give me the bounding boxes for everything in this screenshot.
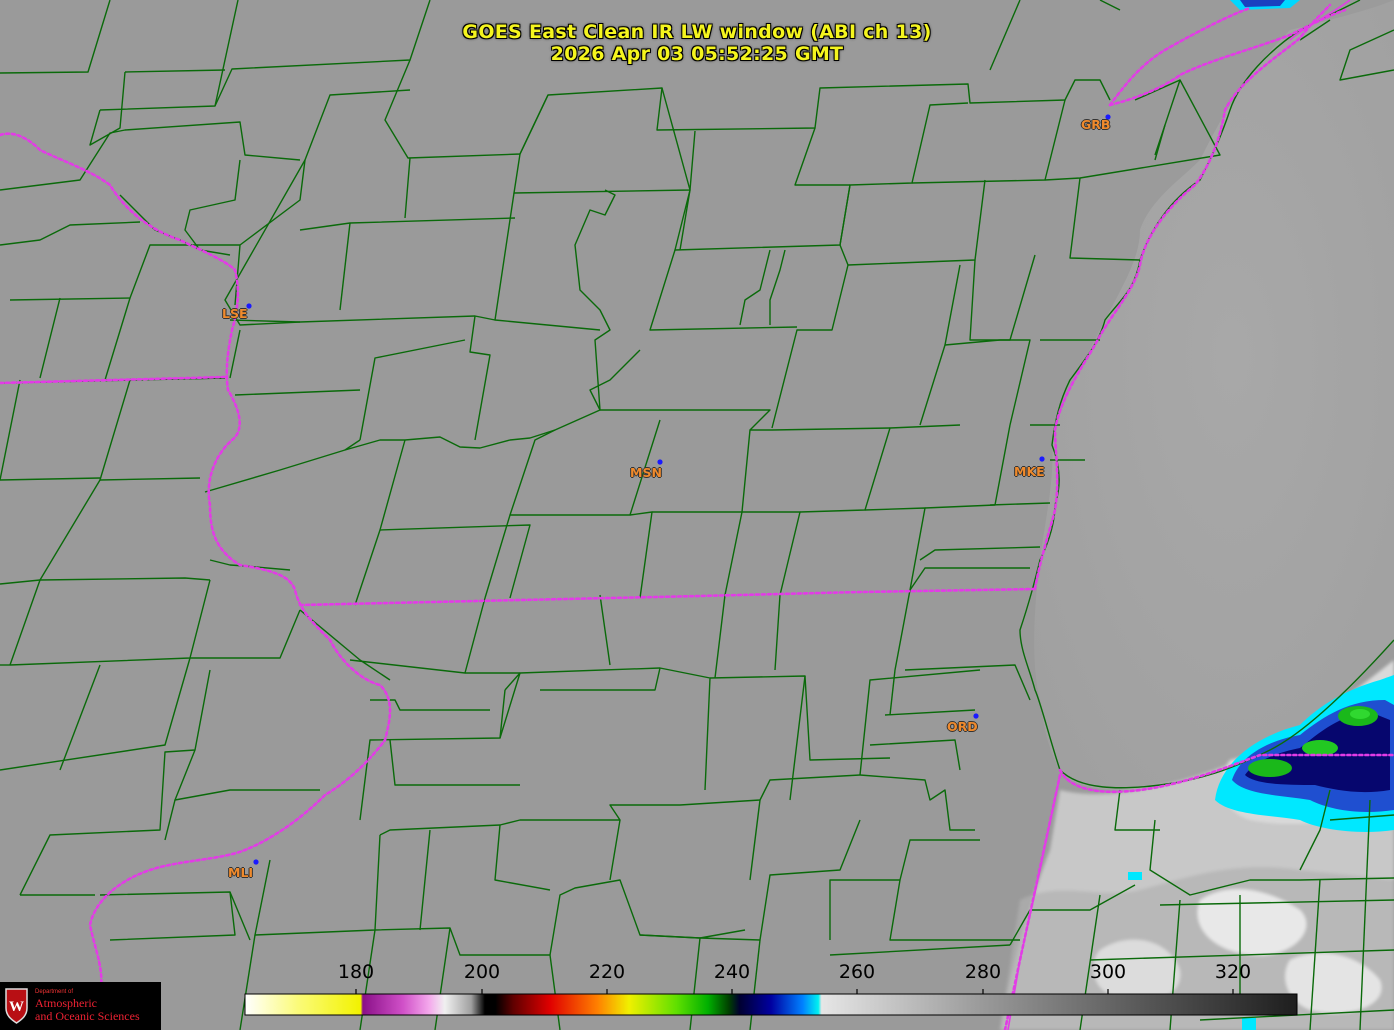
- uw-shield-icon: W: [5, 988, 28, 1024]
- station-label-mke: MKE: [1014, 464, 1045, 479]
- svg-text:W: W: [9, 999, 24, 1015]
- colorbar-gradient: [244, 993, 1298, 1016]
- station-label-ord: ORD: [947, 719, 978, 734]
- colorbar-tick-label: 180: [337, 961, 375, 983]
- colorbar-tick-label: 280: [964, 961, 1002, 983]
- station-label-msn: MSN: [630, 465, 662, 480]
- colorbar-tick-label: 260: [838, 961, 876, 983]
- station-dot-mke: [1039, 456, 1045, 462]
- image-title: GOES East Clean IR LW window (ABI ch 13): [462, 21, 932, 43]
- station-dot-mli: [253, 859, 259, 865]
- colorbar-tick-label: 240: [713, 961, 751, 983]
- station-label-mli: MLI: [228, 865, 254, 880]
- aos-logo: W Department of Atmospheric and Oceanic …: [0, 982, 161, 1030]
- logo-name-line2: and Oceanic Sciences: [35, 1009, 140, 1023]
- station-label-grb: GRB: [1081, 117, 1111, 132]
- colorbar-tick-label: 220: [588, 961, 626, 983]
- logo-dept-text: Department of: [35, 989, 74, 995]
- satellite-map: [0, 0, 1394, 1030]
- colorbar-tick-label: 320: [1214, 961, 1252, 983]
- image-timestamp: 2026 Apr 03 05:52:25 GMT: [550, 43, 844, 65]
- station-label-lse: LSE: [222, 306, 248, 321]
- station-dot-msn: [657, 459, 663, 465]
- station-dot-ord: [973, 713, 979, 719]
- colorbar-tick-label: 300: [1089, 961, 1127, 983]
- colorbar-tick-label: 200: [463, 961, 501, 983]
